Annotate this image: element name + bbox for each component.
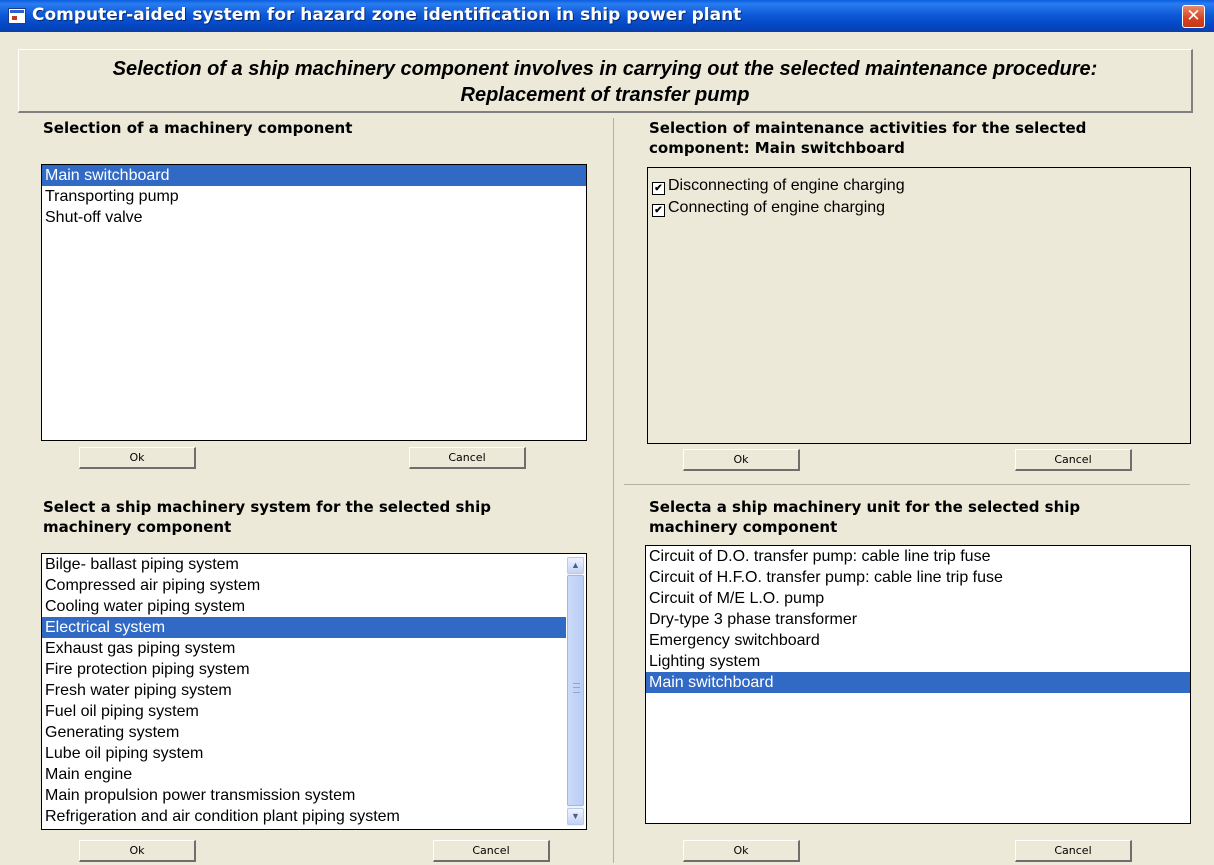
list-item[interactable]: Circuit of M/E L.O. pump [646,588,1190,609]
component-listbox[interactable]: Main switchboard Transporting pump Shut-… [41,164,587,441]
component-cancel-button[interactable]: Cancel [409,447,526,469]
vertical-divider [613,118,614,863]
grip-icon [573,683,580,693]
system-cancel-button[interactable]: Cancel [433,840,550,862]
component-heading: Selection of a machinery component [43,119,353,137]
system-ok-button[interactable]: Ok [79,840,196,862]
activity-label: Disconnecting of engine charging [668,177,905,194]
horizontal-divider [624,484,1190,485]
scroll-thumb[interactable] [567,575,584,806]
system-listbox[interactable]: Bilge- ballast piping system Compressed … [41,553,587,830]
checkbox-checked-icon[interactable]: ✔ [652,204,665,217]
list-item[interactable]: Bilge- ballast piping system [42,554,566,575]
list-item[interactable]: Exhaust gas piping system [42,638,566,659]
list-item[interactable]: Compressed air piping system [42,575,566,596]
list-item[interactable]: Cooling water piping system [42,596,566,617]
list-item[interactable]: Refrigeration and air condition plant pi… [42,806,566,827]
list-item[interactable]: Main switchboard [646,672,1190,693]
activities-heading-line-2: component: Main switchboard [649,139,905,157]
checkbox-checked-icon[interactable]: ✔ [652,182,665,195]
activity-item[interactable]: ✔ Disconnecting of engine charging [648,175,1190,197]
list-item[interactable]: Circuit of H.F.O. transfer pump: cable l… [646,567,1190,588]
system-heading: Select a ship machinery system for the s… [43,497,491,537]
list-item[interactable]: Electrical system [42,617,566,638]
component-ok-button[interactable]: Ok [79,447,196,469]
activities-heading-line-1: Selection of maintenance activities for … [649,119,1087,137]
close-icon: ✕ [1186,6,1201,26]
list-item[interactable]: Dry-type 3 phase transformer [646,609,1190,630]
list-item[interactable]: Main switchboard [42,165,586,186]
list-item[interactable]: Lighting system [646,651,1190,672]
system-scrollbar[interactable]: ▲ ▼ [567,557,584,826]
list-item[interactable]: Transporting pump [42,186,586,207]
activities-ok-button[interactable]: Ok [683,449,800,471]
activity-item[interactable]: ✔ Connecting of engine charging [648,197,1190,219]
procedure-header: Selection of a ship machinery component … [18,49,1193,113]
system-heading-line-2: machinery component [43,518,232,536]
header-line-1: Selection of a ship machinery component … [112,58,1098,80]
header-line-2: Replacement of transfer pump [460,84,750,106]
activity-label: Connecting of engine charging [668,199,886,216]
chevron-up-icon: ▲ [571,560,580,570]
list-item[interactable]: Shut-off valve [42,207,586,228]
activities-checklist: ✔ Disconnecting of engine charging ✔ Conne… [647,167,1191,444]
scroll-up-button[interactable]: ▲ [567,557,584,574]
list-item[interactable]: Fire protection piping system [42,659,566,680]
list-item[interactable]: Fresh water piping system [42,680,566,701]
scroll-down-button[interactable]: ▼ [567,808,584,825]
activities-heading: Selection of maintenance activities for … [649,118,1086,158]
unit-cancel-button[interactable]: Cancel [1015,840,1132,862]
list-item[interactable]: Lube oil piping system [42,743,566,764]
close-button[interactable]: ✕ [1182,5,1205,28]
unit-heading-line-1: Selecta a ship machinery unit for the se… [649,498,1081,516]
window-title: Computer-aided system for hazard zone id… [32,5,742,25]
title-bar: Computer-aided system for hazard zone id… [0,0,1214,32]
list-item[interactable]: Emergency switchboard [646,630,1190,651]
unit-heading: Selecta a ship machinery unit for the se… [649,497,1080,537]
list-item[interactable]: Main engine [42,764,566,785]
activities-cancel-button[interactable]: Cancel [1015,449,1132,471]
unit-ok-button[interactable]: Ok [683,840,800,862]
list-item[interactable]: Fuel oil piping system [42,701,566,722]
app-icon [8,8,26,24]
list-item[interactable]: Main propulsion power transmission syste… [42,785,566,806]
list-item[interactable]: Generating system [42,722,566,743]
unit-listbox[interactable]: Circuit of D.O. transfer pump: cable lin… [645,545,1191,824]
unit-heading-line-2: machinery component [649,518,838,536]
system-heading-line-1: Select a ship machinery system for the s… [43,498,491,516]
chevron-down-icon: ▼ [571,811,580,821]
list-item[interactable]: Circuit of D.O. transfer pump: cable lin… [646,546,1190,567]
